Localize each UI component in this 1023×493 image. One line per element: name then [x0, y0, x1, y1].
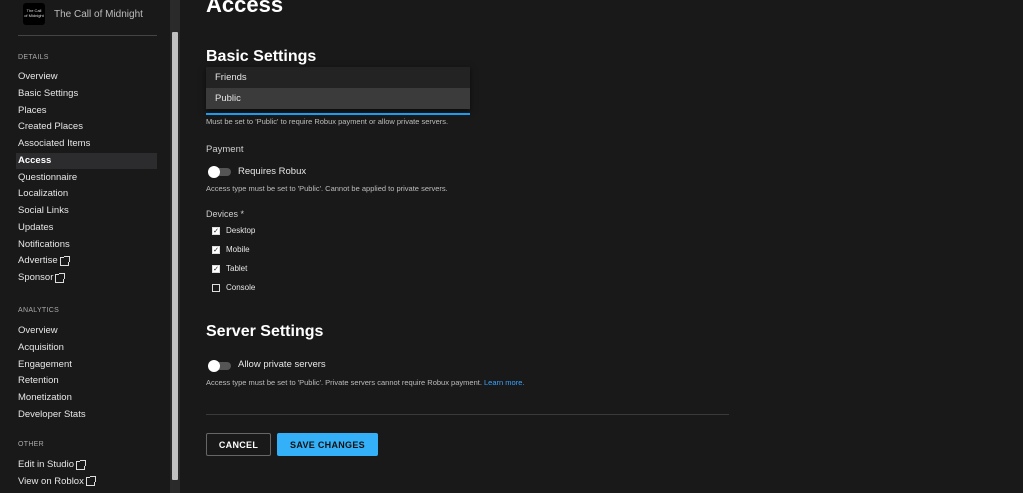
page-title: Access — [206, 0, 284, 17]
section-analytics: ANALYTICS — [18, 307, 60, 314]
sidebar-item-details-social-links[interactable]: Social Links — [16, 203, 157, 219]
sidebar-item-analytics-acquisition[interactable]: Acquisition — [16, 340, 157, 356]
sidebar-item-details-places[interactable]: Places — [16, 103, 157, 119]
sidebar-item-label: Overview — [18, 71, 58, 82]
section-other: OTHER — [18, 441, 44, 448]
sidebar-item-details-access[interactable]: Access — [16, 152, 157, 169]
external-link-icon — [55, 272, 66, 283]
sidebar-item-details-overview[interactable]: Overview — [16, 69, 157, 85]
sidebar-item-label: Social Links — [18, 205, 69, 216]
device-checkbox-console[interactable]: Console — [212, 283, 255, 292]
device-checkbox-mobile[interactable]: ✓ Mobile — [212, 245, 250, 254]
section-details: DETAILS — [18, 54, 49, 61]
server-help: Access type must be set to 'Public'. Pri… — [206, 378, 482, 387]
access-help: Must be set to 'Public' to require Robux… — [206, 117, 449, 126]
sidebar-item-label: Localization — [18, 188, 69, 200]
sidebar-item-label: Edit in Studio — [18, 459, 74, 470]
sidebar-item-details-localization[interactable]: Localization — [16, 186, 157, 202]
sidebar-scrollbar[interactable] — [170, 0, 180, 493]
external-link-icon — [85, 476, 96, 487]
sidebar-item-details-associated-items[interactable]: Associated Items — [16, 136, 157, 152]
divider — [206, 414, 729, 415]
sidebar-item-label: Created Places — [18, 121, 83, 133]
option-public[interactable]: Public — [206, 88, 470, 109]
checkbox-checked-icon: ✓ — [212, 264, 220, 273]
sidebar-item-details-created-places[interactable]: Created Places — [16, 119, 157, 135]
server-settings-heading: Server Settings — [206, 323, 324, 340]
sidebar-item-details-sponsor[interactable]: Sponsor — [16, 270, 157, 286]
option-friends[interactable]: Friends — [206, 67, 470, 88]
sidebar-item-other-edit-in-studio[interactable]: Edit in Studio — [16, 457, 157, 473]
main-content: Access Basic Settings Friends Public Mus… — [180, 0, 1023, 493]
sidebar-item-label: Access — [18, 154, 52, 166]
sidebar-item-details-questionnaire[interactable]: Questionnaire — [16, 170, 157, 186]
dropdown-focus-underline — [206, 113, 470, 115]
learn-more-link[interactable]: Learn more. — [484, 378, 524, 387]
sidebar-item-label: Engagement — [18, 358, 72, 370]
game-title: The Call of Midnight — [54, 8, 143, 20]
payment-label: Payment — [206, 144, 244, 155]
sidebar-item-label: Questionnaire — [18, 171, 78, 183]
game-thumbnail: The Call of Midnight — [23, 3, 45, 25]
requires-robux-label: Requires Robux — [238, 166, 307, 177]
devices-label: Devices * — [206, 209, 245, 219]
sidebar-item-label: Retention — [18, 375, 59, 387]
sidebar-item-label: Acquisition — [18, 341, 64, 353]
device-label: Tablet — [226, 264, 248, 273]
sidebar-item-details-updates[interactable]: Updates — [16, 220, 157, 236]
divider — [18, 35, 157, 36]
allow-private-servers-label: Allow private servers — [238, 359, 326, 370]
sidebar-item-analytics-monetization[interactable]: Monetization — [16, 390, 157, 406]
save-changes-button[interactable]: SAVE CHANGES — [277, 433, 378, 456]
allow-private-servers-toggle[interactable] — [208, 360, 231, 372]
cancel-button[interactable]: CANCEL — [206, 433, 271, 456]
checkbox-checked-icon: ✓ — [212, 226, 220, 235]
sidebar-item-label: Advertise — [18, 255, 58, 267]
access-dropdown-menu[interactable]: Friends Public — [206, 67, 470, 109]
external-link-icon — [59, 255, 70, 266]
scrollbar-thumb[interactable] — [172, 32, 178, 480]
sidebar-item-label: Overview — [18, 325, 58, 336]
checkbox-checked-icon: ✓ — [212, 245, 220, 254]
sidebar-item-analytics-developer-stats[interactable]: Developer Stats — [16, 407, 157, 423]
device-label: Desktop — [226, 226, 256, 235]
sidebar-item-label: View on Roblox — [18, 475, 84, 487]
sidebar-item-label: Associated Items — [18, 138, 91, 149]
sidebar-item-label: Updates — [18, 221, 54, 233]
sidebar-item-details-basic-settings[interactable]: Basic Settings — [16, 86, 157, 102]
checkbox-empty-icon — [212, 283, 220, 292]
sidebar: The Call of Midnight The Call of Midnight… — [0, 0, 170, 493]
device-label: Console — [226, 283, 256, 292]
sidebar-item-analytics-overview[interactable]: Overview — [16, 323, 157, 339]
device-label: Mobile — [226, 245, 250, 254]
sidebar-item-label: Notifications — [18, 238, 70, 250]
device-checkbox-desktop[interactable]: ✓ Desktop — [212, 226, 255, 235]
sidebar-item-analytics-engagement[interactable]: Engagement — [16, 357, 157, 373]
requires-robux-toggle[interactable] — [208, 166, 231, 178]
sidebar-item-label: Basic Settings — [18, 87, 79, 99]
sidebar-item-other-view-on-roblox[interactable]: View on Roblox — [16, 474, 157, 490]
external-link-icon — [75, 459, 86, 470]
sidebar-item-label: Sponsor — [18, 272, 54, 283]
sidebar-item-details-advertise[interactable]: Advertise — [16, 253, 157, 269]
sidebar-item-label: Monetization — [18, 392, 72, 403]
sidebar-item-analytics-retention[interactable]: Retention — [16, 373, 157, 389]
game-header[interactable]: The Call of Midnight The Call of Midnight — [23, 3, 143, 25]
device-checkbox-tablet[interactable]: ✓ Tablet — [212, 264, 247, 273]
payment-help: Access type must be set to 'Public'. Can… — [206, 184, 448, 193]
basic-settings-heading: Basic Settings — [206, 48, 317, 65]
sidebar-item-label: Developer Stats — [18, 408, 86, 420]
sidebar-item-details-notifications[interactable]: Notifications — [16, 237, 157, 253]
sidebar-item-label: Places — [18, 104, 47, 116]
